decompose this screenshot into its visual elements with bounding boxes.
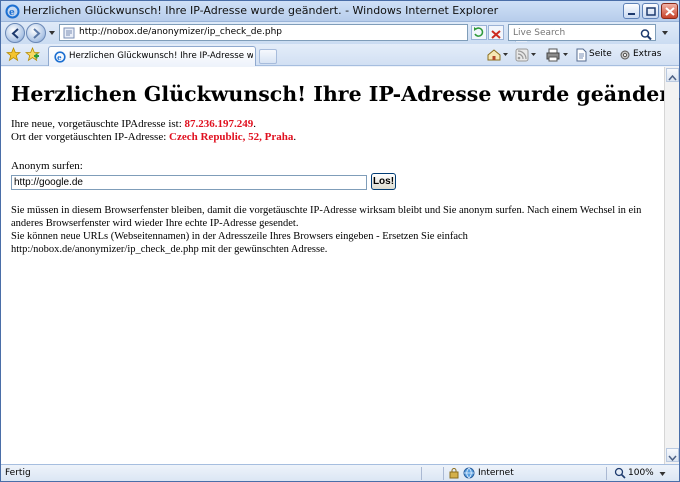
go-submit-button[interactable]: Los! xyxy=(371,173,396,190)
ip-label: Ihre neue, vorgetäuschte IPAdresse ist: xyxy=(11,118,185,130)
print-button[interactable] xyxy=(546,47,570,63)
minimize-icon xyxy=(628,13,635,15)
extras-menu-button[interactable]: Extras xyxy=(619,47,675,63)
anonymizer-url-input[interactable] xyxy=(11,175,367,190)
back-button[interactable] xyxy=(5,23,25,43)
favorites-star-icon[interactable] xyxy=(6,47,21,62)
arrow-right-icon xyxy=(33,28,41,39)
page-favicon-icon xyxy=(63,27,75,39)
arrow-left-icon xyxy=(11,28,19,39)
svg-text:e: e xyxy=(57,53,62,62)
home-icon xyxy=(487,49,508,61)
address-toolbar: http://nobox.de/anonymizer/ip_check_de.p… xyxy=(1,22,679,44)
search-icon xyxy=(640,29,652,41)
gear-icon xyxy=(620,50,630,60)
extras-menu-label: Extras xyxy=(633,49,662,59)
close-button[interactable] xyxy=(661,3,678,19)
browser-window: e Herzlichen Glückwunsch! Ihre IP-Adress… xyxy=(0,0,680,482)
feeds-button[interactable] xyxy=(515,47,537,63)
anon-surf-label: Anonym surfen: xyxy=(11,160,83,172)
search-field[interactable] xyxy=(508,24,656,41)
ip-value: 87.236.197.249 xyxy=(184,118,254,130)
location-value: Czech Republic, 52, Praha xyxy=(169,131,294,143)
ip-address-line: Ihre neue, vorgetäuschte IPAdresse ist: … xyxy=(11,118,256,130)
status-divider xyxy=(421,467,422,480)
new-tab-button[interactable] xyxy=(259,49,277,64)
refresh-button[interactable] xyxy=(471,25,487,40)
location-label: Ort der vorgetäuschten IP-Adresse: xyxy=(11,131,170,143)
location-line: Ort der vorgetäuschten IP-Adresse: Czech… xyxy=(11,131,296,143)
page-menu-label: Seite xyxy=(589,49,612,59)
ip-suffix: . xyxy=(253,118,257,130)
zoom-icon[interactable] xyxy=(614,467,626,479)
ie-logo-icon: e xyxy=(54,51,66,63)
maximize-button[interactable] xyxy=(642,3,659,19)
tab-bar: e Herzlichen Glückwunsch! Ihre IP-Adress… xyxy=(1,44,679,66)
address-field[interactable]: http://nobox.de/anonymizer/ip_check_de.p… xyxy=(59,24,527,42)
page-content: Herzlichen Glückwunsch! Ihre IP-Adresse … xyxy=(1,67,680,464)
search-button[interactable] xyxy=(639,26,655,41)
search-input[interactable] xyxy=(509,25,637,40)
refresh-icon xyxy=(471,25,487,40)
security-zone: Internet xyxy=(478,468,514,478)
minimize-button[interactable] xyxy=(623,3,640,19)
title-bar: e Herzlichen Glückwunsch! Ihre IP-Adress… xyxy=(1,1,679,22)
status-bar: Fertig Internet 100% xyxy=(1,464,679,481)
page-menu-button[interactable]: Seite xyxy=(575,47,615,63)
globe-icon xyxy=(463,467,475,479)
info-paragraph-2: Sie können neue URLs (Webseitennamen) in… xyxy=(11,231,468,255)
location-suffix: . xyxy=(293,131,297,143)
info-paragraph-1: Sie müssen in diesem Browserfenster blei… xyxy=(11,205,642,229)
window-title: Herzlichen Glückwunsch! Ihre IP-Adresse … xyxy=(23,4,499,17)
page-title: Herzlichen Glückwunsch! Ihre IP-Adresse … xyxy=(11,82,680,106)
status-divider xyxy=(606,467,607,480)
add-favorite-icon[interactable] xyxy=(25,47,40,62)
maximize-icon xyxy=(646,7,656,16)
status-text: Fertig xyxy=(5,468,31,478)
chevron-down-icon[interactable] xyxy=(48,29,56,37)
stop-button[interactable] xyxy=(488,25,504,40)
tab-current-page[interactable]: e Herzlichen Glückwunsch! Ihre IP-Adress… xyxy=(48,46,256,66)
printer-icon xyxy=(546,48,568,62)
status-divider xyxy=(443,467,444,480)
forward-button[interactable] xyxy=(26,23,46,43)
rss-feed-icon xyxy=(515,48,536,62)
tab-label: Herzlichen Glückwunsch! Ihre IP-Adresse … xyxy=(69,51,253,61)
zoom-level[interactable]: 100% xyxy=(628,468,654,478)
home-button[interactable] xyxy=(487,47,509,63)
chevron-down-icon xyxy=(668,455,677,462)
stop-icon xyxy=(491,30,501,39)
svg-text:e: e xyxy=(9,8,15,18)
scroll-up-button[interactable] xyxy=(666,68,679,82)
chevron-down-icon[interactable] xyxy=(661,29,669,37)
chevron-down-icon[interactable] xyxy=(659,471,666,477)
info-text: Sie müssen in diesem Browserfenster blei… xyxy=(11,204,651,256)
page-icon xyxy=(576,48,587,62)
protected-mode-icon xyxy=(449,468,459,479)
ie-logo-icon: e xyxy=(5,4,20,19)
chevron-up-icon xyxy=(668,74,677,81)
close-icon xyxy=(665,7,675,16)
vertical-scrollbar[interactable] xyxy=(664,67,679,464)
scroll-down-button[interactable] xyxy=(666,448,679,462)
address-url: http://nobox.de/anonymizer/ip_check_de.p… xyxy=(79,27,283,37)
